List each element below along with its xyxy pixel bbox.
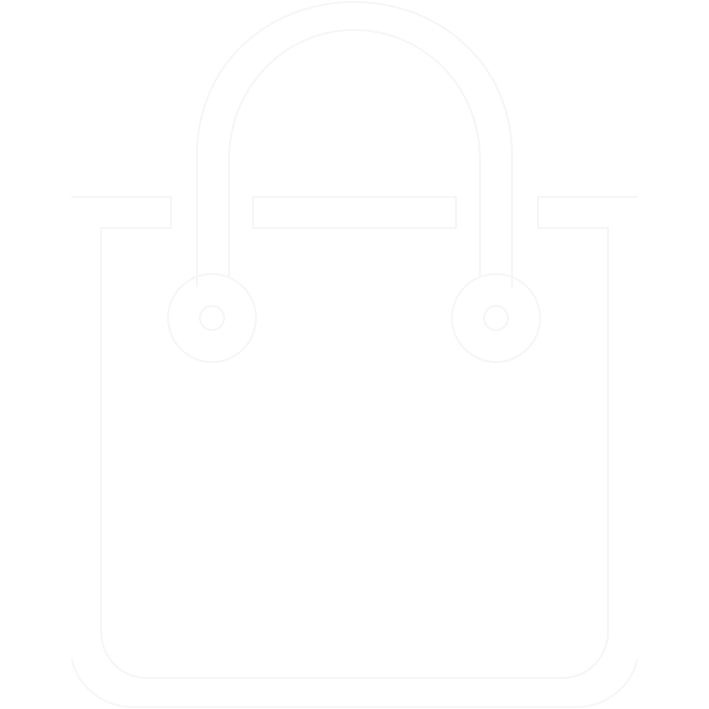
left-hinge-hole [199, 305, 225, 331]
right-hinge-hole [483, 305, 509, 331]
rim-center [252, 196, 457, 229]
rim-right [537, 196, 638, 229]
bag-body-inner [100, 227, 609, 679]
bag-handle-outer [196, 1, 513, 287]
bag-handle-inner [228, 29, 481, 277]
right-hinge-ring [451, 273, 541, 363]
shopping-bag-icon [71, 1, 638, 708]
bag-body-outer [71, 659, 638, 708]
icon-canvas [0, 0, 709, 709]
left-hinge-ring [167, 273, 257, 363]
rim-left [71, 196, 172, 229]
